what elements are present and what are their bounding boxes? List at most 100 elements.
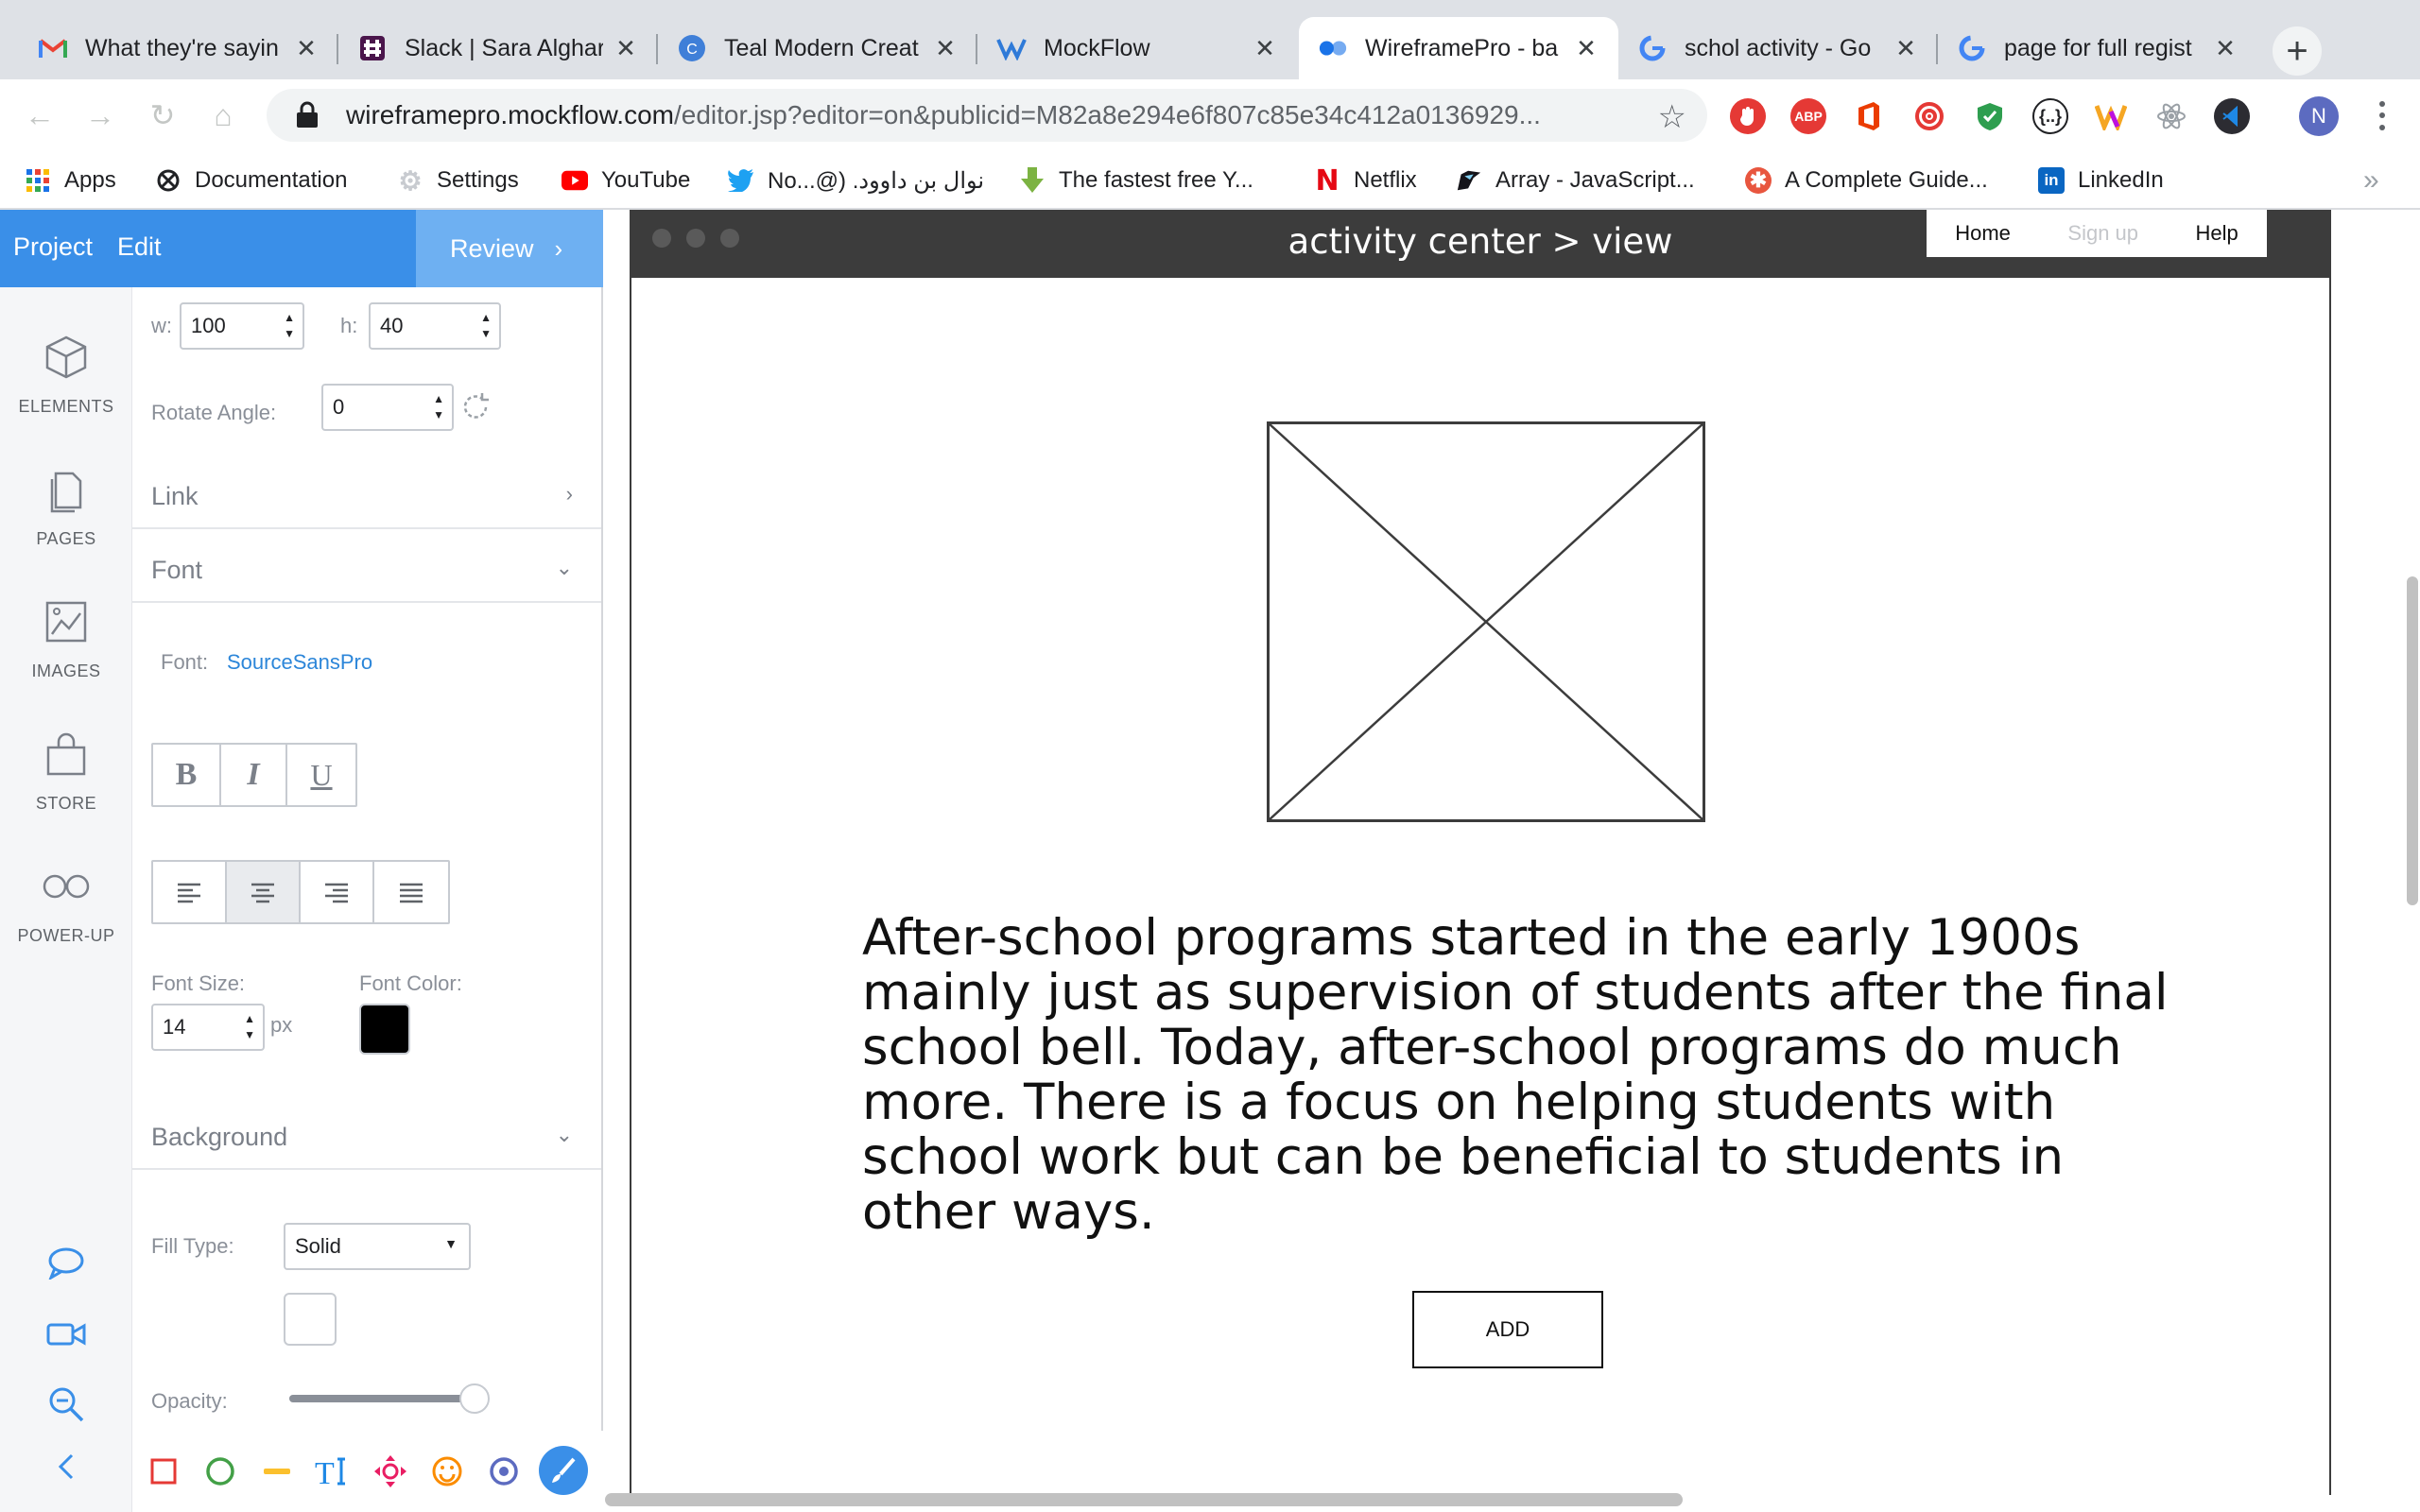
menu-edit[interactable]: Edit bbox=[117, 232, 162, 262]
sidebar-item-pages[interactable]: PAGES bbox=[0, 463, 132, 549]
add-button[interactable]: ADD bbox=[1412, 1291, 1603, 1368]
adblock-plus-icon[interactable]: ABP bbox=[1790, 98, 1826, 134]
font-family-link[interactable]: SourceSansPro bbox=[227, 650, 372, 675]
browser-tab[interactable]: page for full regist ✕ bbox=[1938, 17, 2257, 79]
wireframe-nav-help[interactable]: Help bbox=[2195, 221, 2238, 246]
ublock-icon[interactable] bbox=[1730, 98, 1766, 134]
browser-tab[interactable]: C Teal Modern Creat ✕ bbox=[658, 17, 977, 79]
vscode-icon[interactable] bbox=[2214, 98, 2250, 134]
bookmark-settings[interactable]: ⚙ Settings bbox=[397, 161, 518, 200]
rotate-reset-icon[interactable] bbox=[459, 391, 492, 423]
browser-tab[interactable]: MockFlow ✕ bbox=[977, 17, 1297, 79]
bookmark-fastest-free[interactable]: The fastest free Y... bbox=[1019, 161, 1253, 200]
wireframe-nav-signup[interactable]: Sign up bbox=[2067, 221, 2138, 246]
link-section[interactable]: Link › bbox=[132, 461, 601, 529]
review-button[interactable]: Review › bbox=[416, 210, 603, 287]
video-icon[interactable] bbox=[45, 1314, 87, 1355]
address-bar[interactable]: wireframepro.mockflow.com/editor.jsp?edi… bbox=[267, 89, 1707, 142]
circle-icon[interactable] bbox=[199, 1450, 242, 1493]
wireframe-paragraph[interactable]: After-school programs started in the ear… bbox=[862, 911, 2204, 1240]
sidebar-item-power-up[interactable]: POWER-UP bbox=[0, 860, 132, 946]
align-justify-button[interactable] bbox=[374, 862, 448, 922]
bookmark-complete-guide[interactable]: ✱ A Complete Guide... bbox=[1745, 161, 1988, 200]
emoji-icon[interactable] bbox=[425, 1450, 469, 1493]
wireframe-nav-home[interactable]: Home bbox=[1955, 221, 2011, 246]
zoom-icon[interactable] bbox=[45, 1383, 87, 1425]
text-tool-icon[interactable]: T bbox=[312, 1450, 355, 1493]
close-icon[interactable]: ✕ bbox=[932, 34, 959, 62]
font-section[interactable]: Font ⌄ bbox=[132, 535, 601, 603]
align-center-button[interactable] bbox=[227, 862, 301, 922]
close-icon[interactable]: ✕ bbox=[293, 34, 320, 62]
reload-icon[interactable]: ↻ bbox=[142, 94, 183, 136]
browser-tab[interactable]: Slack | Sara Alghar ✕ bbox=[338, 17, 658, 79]
vertical-scrollbar[interactable] bbox=[2407, 576, 2418, 905]
editor-canvas[interactable]: activity center > view Home Sign up Help… bbox=[605, 210, 2420, 1512]
bookmark-documentation[interactable]: Documentation bbox=[155, 161, 347, 200]
menu-project[interactable]: Project bbox=[13, 232, 93, 262]
home-icon[interactable]: ⌂ bbox=[202, 94, 244, 136]
align-left-button[interactable] bbox=[153, 862, 227, 922]
target-icon[interactable] bbox=[1911, 98, 1947, 134]
wappalyzer-icon[interactable] bbox=[2093, 98, 2129, 134]
fill-type-select[interactable]: Solid ▼ bbox=[284, 1223, 471, 1270]
browser-tab-active[interactable]: WireframePro - ba ✕ bbox=[1299, 17, 1618, 79]
italic-button[interactable]: I bbox=[221, 745, 287, 805]
stepper-icon[interactable]: ▲ ▼ bbox=[480, 310, 492, 342]
font-color-swatch[interactable] bbox=[359, 1004, 410, 1055]
star-icon[interactable]: ☆ bbox=[1658, 98, 1686, 136]
wireframe-window[interactable]: activity center > view Home Sign up Help… bbox=[630, 210, 2331, 1495]
bookmark-linkedin[interactable]: in LinkedIn bbox=[2038, 161, 2164, 200]
radio-icon[interactable] bbox=[482, 1450, 526, 1493]
json-viewer-icon[interactable]: {..} bbox=[2032, 98, 2068, 134]
move-icon[interactable] bbox=[369, 1450, 412, 1493]
profile-avatar[interactable]: N bbox=[2299, 96, 2339, 136]
close-icon[interactable]: ✕ bbox=[1893, 34, 1919, 62]
bookmarks-overflow-icon[interactable]: » bbox=[2363, 164, 2379, 197]
sidebar-item-store[interactable]: STORE bbox=[0, 728, 132, 814]
bookmark-array-js[interactable]: Array - JavaScript... bbox=[1456, 161, 1695, 200]
close-icon[interactable]: ✕ bbox=[2212, 34, 2238, 62]
bookmark-netflix[interactable]: N Netflix bbox=[1314, 161, 1416, 200]
brush-icon[interactable] bbox=[539, 1446, 588, 1495]
sidebar-item-elements[interactable]: ELEMENTS bbox=[0, 331, 132, 417]
stepper-icon[interactable]: ▲ ▼ bbox=[284, 310, 295, 342]
close-icon[interactable]: ✕ bbox=[613, 34, 639, 62]
new-tab-button[interactable]: + bbox=[2273, 26, 2322, 76]
image-placeholder[interactable] bbox=[1267, 421, 1705, 822]
drawing-tools: T bbox=[132, 1431, 603, 1512]
rotate-angle-input[interactable]: 0 ▲ ▼ bbox=[321, 384, 454, 431]
width-input[interactable]: 100 ▲ ▼ bbox=[180, 302, 304, 350]
comment-icon[interactable] bbox=[45, 1242, 87, 1283]
line-icon[interactable] bbox=[255, 1450, 299, 1493]
react-devtools-icon[interactable] bbox=[2153, 98, 2189, 134]
bookmark-apps[interactable]: Apps bbox=[25, 161, 116, 200]
horizontal-scrollbar[interactable] bbox=[605, 1493, 1683, 1506]
align-right-button[interactable] bbox=[301, 862, 374, 922]
stepper-icon[interactable]: ▲ ▼ bbox=[244, 1011, 255, 1043]
background-section[interactable]: Background ⌄ bbox=[132, 1102, 601, 1170]
browser-tab[interactable]: What they're sayin ✕ bbox=[19, 17, 338, 79]
stepper-icon[interactable]: ▲ ▼ bbox=[433, 391, 444, 423]
opacity-slider[interactable] bbox=[289, 1383, 490, 1414]
browser-tab[interactable]: schol activity - Go ✕ bbox=[1618, 17, 1938, 79]
forward-arrow-icon[interactable]: → bbox=[79, 94, 121, 136]
rectangle-icon[interactable] bbox=[142, 1450, 185, 1493]
font-size-input[interactable]: 14 ▲ ▼ bbox=[151, 1004, 265, 1051]
bold-button[interactable]: B bbox=[153, 745, 221, 805]
fill-color-swatch[interactable] bbox=[284, 1293, 337, 1346]
opacity-slider-handle[interactable] bbox=[459, 1383, 490, 1414]
back-arrow-icon[interactable]: ← bbox=[19, 94, 60, 136]
height-input[interactable]: 40 ▲ ▼ bbox=[369, 302, 501, 350]
shield-check-icon[interactable] bbox=[1972, 98, 2008, 134]
chevron-left-icon[interactable] bbox=[45, 1446, 87, 1487]
sidebar-item-images[interactable]: IMAGES bbox=[0, 595, 132, 681]
close-icon[interactable]: ✕ bbox=[1252, 34, 1278, 62]
wireframe-nav[interactable]: Home Sign up Help bbox=[1925, 210, 2269, 259]
underline-button[interactable]: U bbox=[287, 745, 355, 805]
bookmark-twitter[interactable]: No...@) .نوال بن داوود bbox=[728, 161, 984, 200]
close-icon[interactable]: ✕ bbox=[1573, 34, 1599, 62]
office-icon[interactable] bbox=[1851, 98, 1887, 134]
menu-dots-icon[interactable] bbox=[2363, 94, 2401, 136]
bookmark-youtube[interactable]: YouTube bbox=[562, 161, 690, 200]
